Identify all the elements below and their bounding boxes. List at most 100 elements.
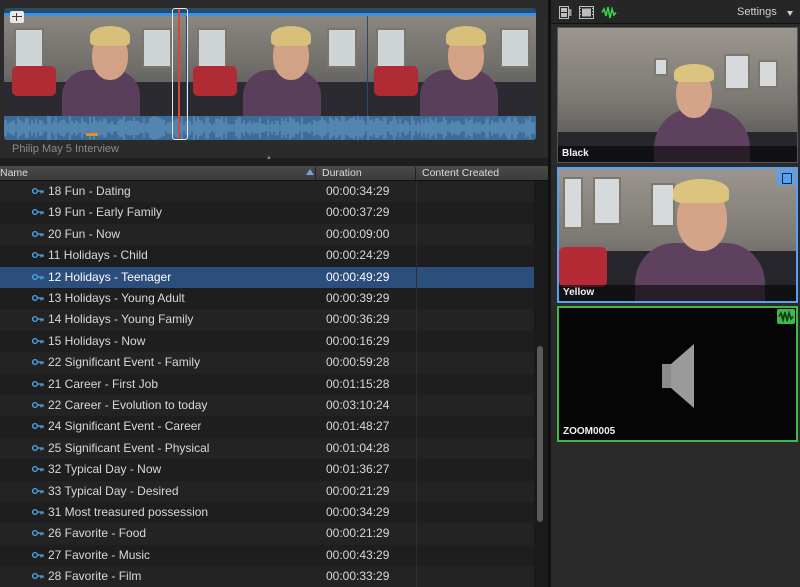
speaker-icon: [662, 344, 694, 408]
clip-name: 22 Significant Event - Family: [48, 355, 201, 370]
clip-name: 20 Fun - Now: [48, 226, 121, 241]
clip-name: 25 Significant Event - Physical: [48, 440, 210, 455]
scrollbar-thumb[interactable]: [537, 346, 543, 522]
keyword-icon: [32, 209, 44, 216]
settings-menu[interactable]: Settings: [737, 6, 777, 18]
keyword-icon: [32, 230, 44, 237]
clip-list: Name Duration Content Created 18 Fun - D…: [0, 166, 548, 587]
keyword-icon: [32, 444, 44, 451]
clip-name: 26 Favorite - Food: [48, 526, 147, 541]
clip-duration: 00:00:43:29: [326, 547, 390, 562]
clip-filmstrip[interactable]: Philip May 5 Interview ▲: [0, 0, 548, 161]
keyword-icon: [32, 380, 44, 387]
column-header-name[interactable]: Name: [0, 167, 316, 180]
video-only-switch-icon[interactable]: [579, 6, 594, 19]
video-active-badge-icon: [777, 170, 795, 185]
list-rows: 18 Fun - Dating 00:00:34:29 19 Fun - Early…: [0, 181, 534, 587]
list-item[interactable]: 15 Holidays - Now 00:00:16:29: [0, 330, 534, 353]
list-item[interactable]: 28 Favorite - Film 00:00:33:29: [0, 566, 534, 587]
list-item[interactable]: 13 Holidays - Young Adult 00:00:39:29: [0, 288, 534, 310]
clip-duration: 00:00:59:28: [326, 355, 390, 370]
clip-name: 13 Holidays - Young Adult: [48, 291, 185, 305]
audio-waveform: [4, 116, 536, 140]
clip-duration: 00:00:33:29: [326, 569, 390, 584]
angle-label: Black: [562, 148, 589, 159]
list-item[interactable]: 31 Most treasured possession 00:00:34:29: [0, 502, 534, 524]
clip-name: 27 Favorite - Music: [48, 547, 151, 562]
angle-yellow[interactable]: Yellow: [557, 167, 798, 303]
clip-duration: 00:00:36:29: [326, 312, 390, 327]
list-item[interactable]: 18 Fun - Dating 00:00:34:29: [0, 181, 534, 203]
clip-name: 24 Significant Event - Career: [48, 419, 202, 434]
clip-duration: 00:00:39:29: [326, 291, 390, 305]
clip-name: 14 Holidays - Young Family: [48, 312, 194, 327]
column-header-content-created[interactable]: Content Created: [418, 167, 538, 180]
multicam-editor: Philip May 5 Interview ▲ Name Duration C…: [0, 0, 800, 587]
chevron-down-icon[interactable]: [787, 11, 793, 16]
keyword-icon: [32, 337, 44, 344]
angle-viewer: Settings Black Yellow ZOOM0005: [551, 0, 800, 587]
list-item[interactable]: 20 Fun - Now 00:00:09:00: [0, 223, 534, 246]
angle-black[interactable]: Black: [557, 27, 798, 163]
list-item[interactable]: 32 Typical Day - Now 00:01:36:27: [0, 459, 534, 481]
list-item[interactable]: 19 Fun - Early Family 00:00:37:29: [0, 202, 534, 224]
clip-duration: 00:01:36:27: [326, 462, 390, 477]
angle-label: ZOOM0005: [563, 426, 616, 437]
clip-duration: 00:03:10:24: [326, 398, 390, 412]
keyword-icon: [32, 423, 44, 430]
keyword-icon: [32, 573, 44, 580]
clip-name: 19 Fun - Early Family: [48, 205, 163, 220]
keyword-icon: [32, 508, 44, 516]
list-item[interactable]: 24 Significant Event - Career 00:01:48:27: [0, 416, 534, 438]
angle-label: Yellow: [563, 287, 595, 298]
clip-name: 31 Most treasured possession: [48, 505, 209, 519]
sort-ascending-icon[interactable]: [306, 169, 314, 175]
clip-name: 21 Career - First Job: [48, 376, 159, 391]
list-item[interactable]: 12 Holidays - Teenager 00:00:49:29: [0, 266, 534, 288]
list-header: Name Duration Content Created: [0, 166, 548, 181]
clip-name: 11 Holidays - Child: [48, 248, 148, 263]
playhead[interactable]: [172, 8, 188, 140]
list-item[interactable]: 33 Typical Day - Desired 00:00:21:29: [0, 480, 534, 502]
keyword-icon: [32, 187, 44, 195]
clip-name: 32 Typical Day - Now: [48, 462, 162, 477]
list-item[interactable]: 22 Career - Evolution to today 00:03:10:2…: [0, 395, 534, 417]
filmstrip-thumbnail: [4, 16, 186, 116]
filmstrip-thumbnail: [187, 16, 367, 116]
clip-duration: 00:00:16:29: [326, 333, 390, 348]
clip-duration: 00:00:49:29: [326, 269, 390, 284]
range-marker[interactable]: [86, 133, 98, 136]
clip-duration: 00:00:24:29: [326, 248, 390, 263]
clip-duration: 00:00:34:29: [326, 505, 390, 519]
column-header-duration[interactable]: Duration: [318, 167, 416, 180]
clip-duration: 00:00:21:29: [326, 526, 390, 541]
list-item[interactable]: 14 Holidays - Young Family 00:00:36:29: [0, 309, 534, 331]
clip-name: 15 Holidays - Now: [48, 333, 146, 348]
filmstrip-track[interactable]: [4, 8, 536, 140]
list-item[interactable]: 27 Favorite - Music 00:00:43:29: [0, 544, 534, 567]
video-audio-switch-icon[interactable]: [559, 6, 572, 19]
list-item[interactable]: 22 Significant Event - Family 00:00:59:28: [0, 352, 534, 374]
audio-active-badge-icon: [777, 309, 795, 324]
keyword-icon: [32, 401, 44, 409]
clip-name: 28 Favorite - Film: [48, 569, 142, 584]
keyword-icon: [32, 551, 44, 558]
clip-title: Philip May 5 Interview: [12, 143, 119, 155]
list-item[interactable]: 25 Significant Event - Physical 00:01:04:…: [0, 437, 534, 460]
audio-only-switch-icon[interactable]: [601, 6, 617, 19]
clip-duration: 00:01:15:28: [326, 376, 390, 391]
grid-view-icon[interactable]: [10, 11, 24, 23]
list-item[interactable]: 26 Favorite - Food 00:00:21:29: [0, 523, 534, 545]
angle-zoom0005[interactable]: ZOOM0005: [557, 306, 798, 442]
keyword-icon: [32, 487, 44, 494]
resize-handle-icon[interactable]: ▲: [266, 155, 272, 161]
clip-duration: 00:01:48:27: [326, 419, 390, 434]
angle-viewer-toolbar: Settings: [551, 0, 800, 24]
clip-name: 18 Fun - Dating: [48, 184, 131, 198]
clip-name: 12 Holidays - Teenager: [48, 269, 172, 284]
list-item[interactable]: 11 Holidays - Child 00:00:24:29: [0, 245, 534, 267]
playback-line: [4, 13, 536, 16]
keyword-icon: [32, 466, 44, 473]
keyword-icon: [32, 316, 44, 323]
list-item[interactable]: 21 Career - First Job 00:01:15:28: [0, 373, 534, 395]
